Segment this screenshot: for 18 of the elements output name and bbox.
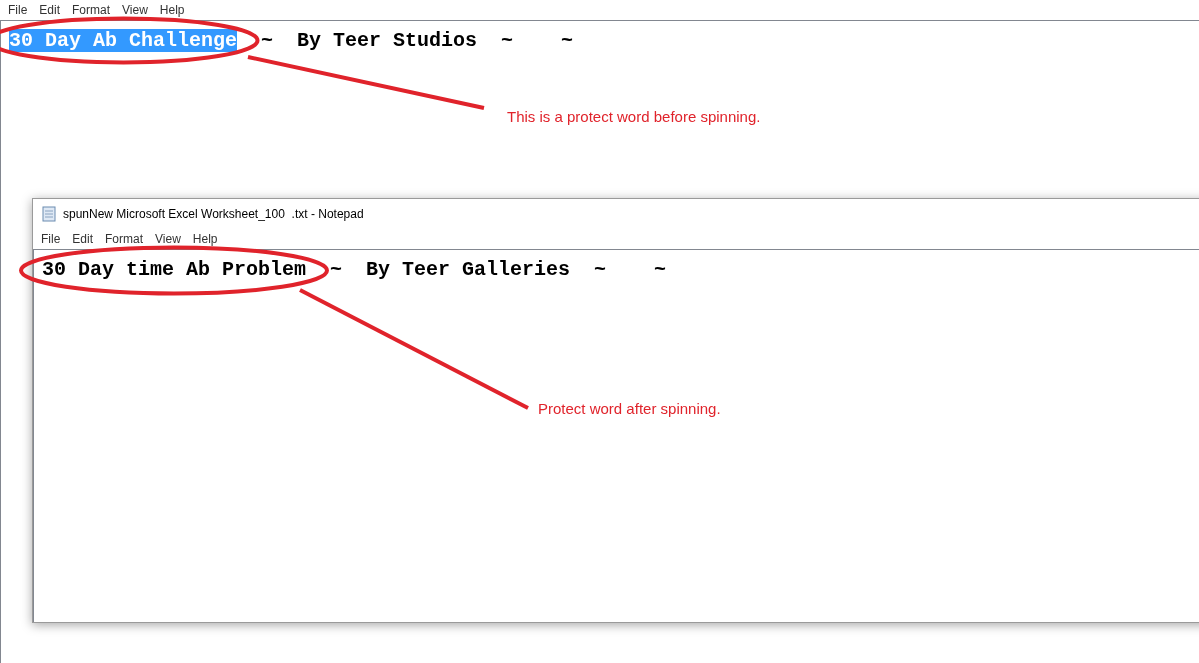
menu-item[interactable]: Help (153, 3, 191, 17)
annotation-text: This is a protect word before spinning. (507, 108, 761, 125)
menu-item[interactable]: Format (66, 3, 117, 17)
menu-item[interactable]: File (2, 3, 34, 17)
menu-item[interactable]: File (35, 232, 67, 246)
menu-item[interactable]: Edit (33, 3, 67, 17)
selected-text: 30 Day Ab Challenge (9, 29, 238, 52)
notepad-icon (41, 206, 57, 222)
document-text: ~ By Teer Galleries ~ ~ (330, 258, 667, 281)
menu-item[interactable]: Help (186, 232, 224, 246)
menu-item[interactable]: Format (99, 232, 150, 246)
window-title: spunNew Microsoft Excel Worksheet_100 .txt - Notepad (63, 207, 364, 221)
annotation-text: Protect word after spinning. (538, 400, 721, 417)
menu-item[interactable]: View (116, 3, 154, 17)
menu-item[interactable]: View (149, 232, 187, 246)
menu-item[interactable]: Edit (66, 232, 100, 246)
document-text: 30 Day time Ab Problem (42, 258, 307, 281)
document-text: ~ By Teer Studios ~ ~ (261, 29, 574, 52)
